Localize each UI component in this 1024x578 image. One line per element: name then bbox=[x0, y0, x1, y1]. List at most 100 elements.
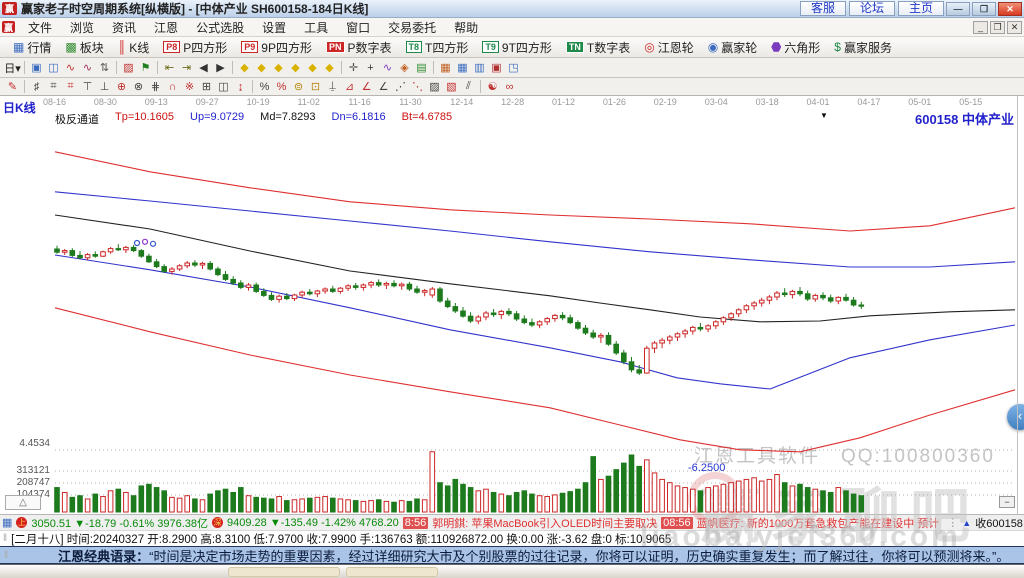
last-bar-icon[interactable]: ⇥ bbox=[178, 60, 195, 76]
taiji-icon[interactable]: ☯ bbox=[484, 79, 501, 95]
date-tick-label: 03-18 bbox=[755, 97, 779, 107]
forum-button[interactable]: 论坛 bbox=[848, 1, 895, 16]
first-bar-icon[interactable]: ⇤ bbox=[161, 60, 178, 76]
chart-area[interactable]: 江恩工具软件 QQ:100800360 赢家聊吧 08-16 08-30 09-13… bbox=[0, 96, 1024, 550]
draw-pen-icon[interactable]: ✎ bbox=[4, 79, 21, 95]
diamond-tool-icon[interactable]: ◆ bbox=[270, 60, 287, 76]
base-line-icon[interactable]: ⊥ bbox=[96, 79, 113, 95]
toolbar-button-blocks-icon[interactable]: ▩ 板块 bbox=[58, 38, 110, 57]
table-icon[interactable]: ▤ bbox=[413, 60, 430, 76]
calc-icon[interactable]: ▦ bbox=[454, 60, 471, 76]
split-window-icon[interactable]: ◫ bbox=[45, 60, 62, 76]
close-series-label[interactable]: 收600158日线 bbox=[975, 515, 1024, 530]
diamond-tool-icon[interactable]: ◆ bbox=[287, 60, 304, 76]
menu-item-帮助[interactable]: 帮助 bbox=[445, 18, 487, 37]
toolbar-button-quotes-grid-icon[interactable]: ▦ 行情 bbox=[6, 38, 58, 57]
circle-cross-icon[interactable]: ⊕ bbox=[113, 79, 130, 95]
close-button[interactable]: ✕ bbox=[998, 1, 1022, 16]
grid-tool-icon[interactable]: ♯ bbox=[28, 79, 45, 95]
toolbar-button-t9-square-icon[interactable]: T9 9T四方形 bbox=[475, 38, 559, 57]
toolbar-button-gann-wheel-icon[interactable]: ◎ 江恩轮 bbox=[637, 38, 701, 57]
mdi-minimize-button[interactable]: _ bbox=[973, 20, 988, 34]
service-button[interactable]: 客服 bbox=[799, 1, 846, 16]
kline-chart[interactable] bbox=[0, 96, 1024, 514]
save-icon[interactable]: ▣ bbox=[488, 60, 505, 76]
menu-item-设置[interactable]: 设置 bbox=[253, 18, 295, 37]
parallel-icon[interactable]: ⫽ bbox=[460, 79, 477, 95]
calendar-icon[interactable]: ▦ bbox=[437, 60, 454, 76]
toolbar-button-winner-wheel-icon[interactable]: ◉ 赢家轮 bbox=[701, 38, 765, 57]
percent-red-icon[interactable]: % bbox=[273, 79, 290, 95]
toolbar-button-t-number-icon[interactable]: TN T数字表 bbox=[559, 38, 637, 57]
next-bar-icon[interactable]: ▶ bbox=[212, 60, 229, 76]
range-icon[interactable]: ↨ bbox=[232, 79, 249, 95]
flag-icon[interactable]: ⚑ bbox=[137, 60, 154, 76]
scale-toggle-button[interactable]: △ bbox=[5, 495, 41, 510]
toolbar-button-service-dollar-icon[interactable]: $ 赢家服务 bbox=[827, 38, 899, 57]
menu-item-交易委托[interactable]: 交易委托 bbox=[379, 18, 445, 37]
prev-bar-icon[interactable]: ◀ bbox=[195, 60, 212, 76]
period-select-icon[interactable]: 日▾ bbox=[4, 60, 21, 76]
wave-icon[interactable]: ∿ bbox=[62, 60, 79, 76]
crosshair-icon[interactable]: + bbox=[362, 60, 379, 76]
fan-down-icon[interactable]: ⋱ bbox=[409, 79, 426, 95]
percent-icon[interactable]: % bbox=[256, 79, 273, 95]
news-headline[interactable]: 郭明錤: 苹果MacBook引入OLED时间主要取决 bbox=[432, 515, 657, 530]
triangle-tool-icon[interactable]: ⊿ bbox=[341, 79, 358, 95]
minimize-button[interactable]: — bbox=[946, 1, 970, 16]
star-lines-icon[interactable]: ※ bbox=[181, 79, 198, 95]
toolbar-button-p9-square-icon[interactable]: P9 9P四方形 bbox=[234, 38, 319, 57]
zigzag-icon[interactable]: ∿ bbox=[379, 60, 396, 76]
toolbar-button-kline-icon[interactable]: ║ K线 bbox=[111, 38, 157, 57]
diamond-tool-icon[interactable]: ◆ bbox=[304, 60, 321, 76]
t-line-icon[interactable]: ⊤ bbox=[79, 79, 96, 95]
toolbar-button-p-square-icon[interactable]: P8 P四方形 bbox=[156, 38, 234, 57]
golden-box-icon[interactable]: ⊡ bbox=[307, 79, 324, 95]
fan-up-icon[interactable]: ⋰ bbox=[392, 79, 409, 95]
home-button[interactable]: 主页 bbox=[897, 1, 944, 16]
updown-icon[interactable]: ⇅ bbox=[96, 60, 113, 76]
infinity-icon[interactable]: ∞ bbox=[501, 79, 518, 95]
diamond-tool-icon[interactable]: ◆ bbox=[321, 60, 338, 76]
menu-item-浏览[interactable]: 浏览 bbox=[61, 18, 103, 37]
arc-icon[interactable]: ∩ bbox=[164, 79, 181, 95]
toolbar-button-t-square-icon[interactable]: T8 T四方形 bbox=[399, 38, 476, 57]
box-grid-icon[interactable]: ⊞ bbox=[198, 79, 215, 95]
wave2-icon[interactable]: ∿ bbox=[79, 60, 96, 76]
angle2-icon[interactable]: ∠ bbox=[375, 79, 392, 95]
menu-item-资讯[interactable]: 资讯 bbox=[103, 18, 145, 37]
drag-grip[interactable]: ‖ bbox=[3, 533, 7, 544]
menu-item-公式选股[interactable]: 公式选股 bbox=[187, 18, 253, 37]
angle-icon[interactable]: ∠ bbox=[358, 79, 375, 95]
shade-icon[interactable]: ▨ bbox=[426, 79, 443, 95]
menu-item-江恩[interactable]: 江恩 bbox=[145, 18, 187, 37]
toolbar-button-hexagon-icon[interactable]: 六角形 bbox=[764, 38, 827, 57]
menu-item-工具[interactable]: 工具 bbox=[295, 18, 337, 37]
gann-grid-red-icon[interactable]: ⌗ bbox=[62, 79, 79, 95]
grid-icon[interactable]: ▦ bbox=[2, 516, 12, 529]
gann-grid-icon[interactable]: ⌗ bbox=[45, 79, 62, 95]
diamond-tool-icon[interactable]: ◆ bbox=[236, 60, 253, 76]
hand-icon[interactable]: ✛ bbox=[345, 60, 362, 76]
window-icon[interactable]: ▣ bbox=[28, 60, 45, 76]
circle-x-icon[interactable]: ⊗ bbox=[130, 79, 147, 95]
layout-icon[interactable]: ◳ bbox=[505, 60, 522, 76]
gem-icon[interactable]: ◈ bbox=[396, 60, 413, 76]
volume-collapse-button[interactable]: − bbox=[999, 496, 1015, 508]
maximize-button[interactable]: ❐ bbox=[972, 1, 996, 16]
menu-item-文件[interactable]: 文件 bbox=[19, 18, 61, 37]
report-icon[interactable]: ▥ bbox=[471, 60, 488, 76]
indicator-md: Md=7.8293 bbox=[260, 111, 316, 123]
hatch-icon[interactable]: ⋕ bbox=[147, 79, 164, 95]
mdi-close-button[interactable]: ✕ bbox=[1007, 20, 1022, 34]
diamond-tool-icon[interactable]: ◆ bbox=[253, 60, 270, 76]
golden-circle-icon[interactable]: ⊜ bbox=[290, 79, 307, 95]
column-icon[interactable]: ◫ bbox=[215, 79, 232, 95]
toolbar-button-p-number-icon[interactable]: PN P数字表 bbox=[319, 38, 399, 57]
mdi-restore-button[interactable]: ❐ bbox=[990, 20, 1005, 34]
channel-low-annotation: -6.2500 bbox=[688, 462, 726, 474]
menu-item-窗口[interactable]: 窗口 bbox=[337, 18, 379, 37]
pattern-icon[interactable]: ▨ bbox=[120, 60, 137, 76]
shade-red-icon[interactable]: ▧ bbox=[443, 79, 460, 95]
drop-line-icon[interactable]: ⍊ bbox=[324, 79, 341, 95]
